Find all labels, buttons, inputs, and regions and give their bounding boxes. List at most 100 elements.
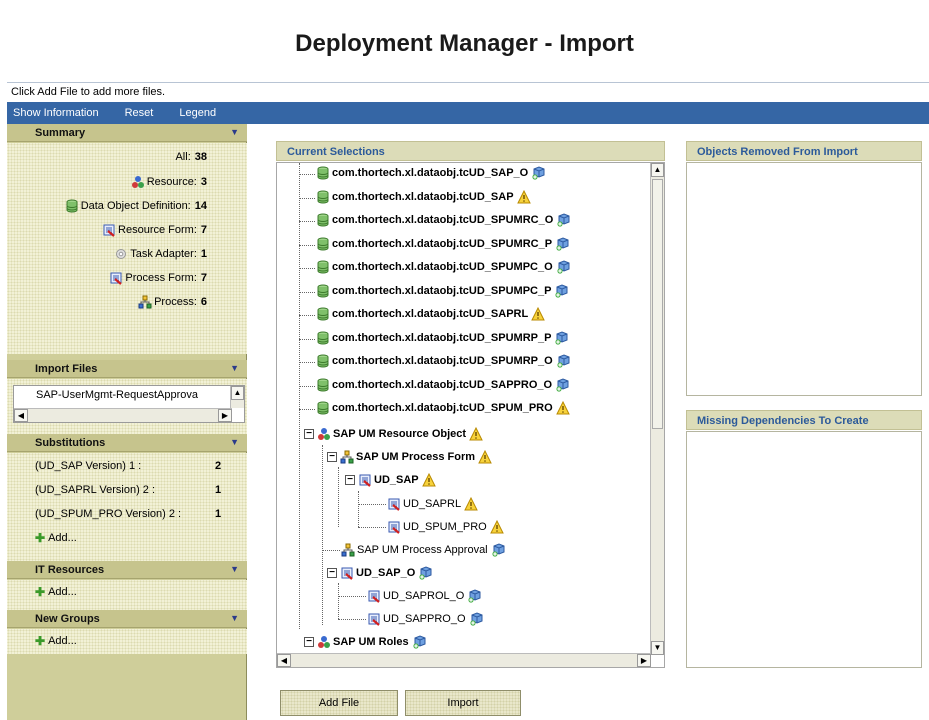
tree-node-ud-sap-o[interactable]: − UD_SAP_O [327,566,434,580]
tree-node-data-object[interactable]: com.thortech.xl.dataobj.tcUD_SPUMRP_P [316,331,570,345]
left-sidebar: Summary ▼ All: 38 Resource: 3 Data Object … [7,124,247,720]
tree-node-ud-spum-pro[interactable]: UD_SPUM_PRO [387,520,506,534]
tree-guide-line [358,491,359,527]
warning-icon [464,497,478,511]
tree-node-data-object[interactable]: com.thortech.xl.dataobj.tcUD_SPUM_PRO [316,401,572,415]
scroll-left-icon[interactable]: ◀ [277,654,291,667]
objects-removed-list[interactable] [686,162,922,396]
import-button[interactable]: Import [405,690,521,716]
form-icon [367,612,381,626]
resource-icon [317,635,331,649]
tree-guide-line [322,550,340,551]
database-icon [316,190,330,204]
tree-hscroll[interactable]: ◀ ▶ [277,653,651,667]
add-cube-icon [467,589,481,603]
objects-removed-header: Objects Removed From Import [686,141,922,161]
tree-node-ud-saprol-o[interactable]: UD_SAPROL_O [367,589,483,603]
file-list-hscroll[interactable]: ◀ ▶ [14,408,232,422]
add-file-button[interactable]: Add File [280,690,398,716]
collapse-icon[interactable]: − [345,475,355,485]
tree-node-process-approval[interactable]: SAP UM Process Approval [341,543,507,557]
scroll-up-icon[interactable]: ▲ [231,386,244,400]
tree-node-data-object[interactable]: com.thortech.xl.dataobj.tcUD_SPUMPC_P [316,284,570,298]
tree-node-data-object[interactable]: com.thortech.xl.dataobj.tcUD_SPUMRC_P [316,237,571,251]
collapse-triangle-icon[interactable]: ▼ [230,564,239,574]
add-cube-icon [531,166,545,180]
tree-node-roles[interactable]: − SAP UM Roles [304,635,428,649]
tree-node-data-object[interactable]: com.thortech.xl.dataobj.tcUD_SAP_O [316,166,547,180]
database-icon [316,331,330,345]
summary-header[interactable]: Summary ▼ [7,124,247,142]
collapse-triangle-icon[interactable]: ▼ [230,363,239,373]
reset-menu[interactable]: Reset [125,107,154,119]
substitution-row[interactable]: (UD_SAP Version) 1 :2 [35,460,221,472]
collapse-icon[interactable]: − [304,429,314,439]
tree-node-data-object[interactable]: com.thortech.xl.dataobj.tcUD_SPUMRP_O [316,354,572,368]
scroll-up-icon[interactable]: ▲ [651,163,664,177]
it-resources-header[interactable]: IT Resources ▼ [7,561,247,579]
tree-node-resource-object[interactable]: − SAP UM Resource Object [304,427,485,441]
form-icon [367,589,381,603]
tree-guide-line [299,291,315,293]
import-files-list[interactable]: SAP-UserMgmt-RequestApprova ▲ ◀ ▶ [13,385,245,423]
substitution-row[interactable]: (UD_SAPRL Version) 2 :1 [35,484,221,496]
import-files-body: SAP-UserMgmt-RequestApprova ▲ ◀ ▶ [7,379,247,434]
tree-node-process-form[interactable]: − SAP UM Process Form [327,450,494,464]
tree-guide-line [299,268,315,269]
missing-dependencies-list[interactable] [686,431,922,668]
legend-menu[interactable]: Legend [179,107,216,119]
tree-guide-line [338,596,366,597]
tree-guide-line [299,163,300,629]
warning-icon [517,190,531,204]
form-icon [387,497,401,511]
scroll-thumb[interactable] [652,179,663,429]
add-group-button[interactable]: ✚ Add... [35,634,77,648]
tree-guide-line [299,221,315,222]
current-selections-tree[interactable]: com.thortech.xl.dataobj.tcUD_SAP_O com.th… [276,162,665,668]
tree-guide-line [299,338,315,340]
tree-node-data-object[interactable]: com.thortech.xl.dataobj.tcUD_SAPRL [316,307,547,321]
tree-node-ud-saprl[interactable]: UD_SAPRL [387,497,480,511]
summary-task-adapter: Task Adapter: 1 [114,247,207,261]
database-icon [316,378,330,392]
scroll-left-icon[interactable]: ◀ [14,409,28,422]
collapse-triangle-icon[interactable]: ▼ [230,127,239,137]
summary-body: All: 38 Resource: 3 Data Object Definition… [7,143,247,354]
warning-icon [478,450,492,464]
tree-vscroll[interactable]: ▲ ▼ [650,163,664,655]
it-resources-body: ✚ Add... [7,580,247,610]
form-icon [358,473,372,487]
import-file-item[interactable]: SAP-UserMgmt-RequestApprova [36,389,232,401]
scroll-right-icon[interactable]: ▶ [637,654,651,667]
warning-icon [531,307,545,321]
database-icon [316,166,330,180]
form-icon [102,223,116,237]
substitutions-body: (UD_SAP Version) 1 :2 (UD_SAPRL Version)… [7,453,247,561]
scroll-down-icon[interactable]: ▼ [651,641,664,655]
show-information-menu[interactable]: Show Information [13,107,99,119]
add-icon: ✚ [35,585,46,599]
add-cube-icon [556,260,570,274]
add-substitution-button[interactable]: ✚ Add... [35,531,77,545]
collapse-icon[interactable]: − [327,568,337,578]
tree-node-ud-sappro-o[interactable]: UD_SAPPRO_O [367,612,485,626]
add-it-resource-button[interactable]: ✚ Add... [35,585,77,599]
collapse-icon[interactable]: − [327,452,337,462]
substitutions-header[interactable]: Substitutions ▼ [7,434,247,452]
tree-node-data-object[interactable]: com.thortech.xl.dataobj.tcUD_SAPPRO_O [316,378,571,392]
tree-node-data-object[interactable]: com.thortech.xl.dataobj.tcUD_SAP [316,190,533,204]
collapse-triangle-icon[interactable]: ▼ [230,437,239,447]
tree-node-data-object[interactable]: com.thortech.xl.dataobj.tcUD_SPUMPC_O [316,260,572,274]
adapter-icon [114,247,128,261]
import-files-header[interactable]: Import Files ▼ [7,360,247,378]
database-icon [316,307,330,321]
tree-node-ud-sap[interactable]: − UD_SAP [345,473,438,487]
tree-node-data-object[interactable]: com.thortech.xl.dataobj.tcUD_SPUMRC_O [316,213,572,227]
file-list-vscroll[interactable]: ▲ [230,386,244,408]
collapse-icon[interactable]: − [304,637,314,647]
collapse-triangle-icon[interactable]: ▼ [230,613,239,623]
scroll-right-icon[interactable]: ▶ [218,409,232,422]
warning-icon [490,520,504,534]
new-groups-header[interactable]: New Groups ▼ [7,610,247,628]
substitution-row[interactable]: (UD_SPUM_PRO Version) 2 :1 [35,508,221,520]
